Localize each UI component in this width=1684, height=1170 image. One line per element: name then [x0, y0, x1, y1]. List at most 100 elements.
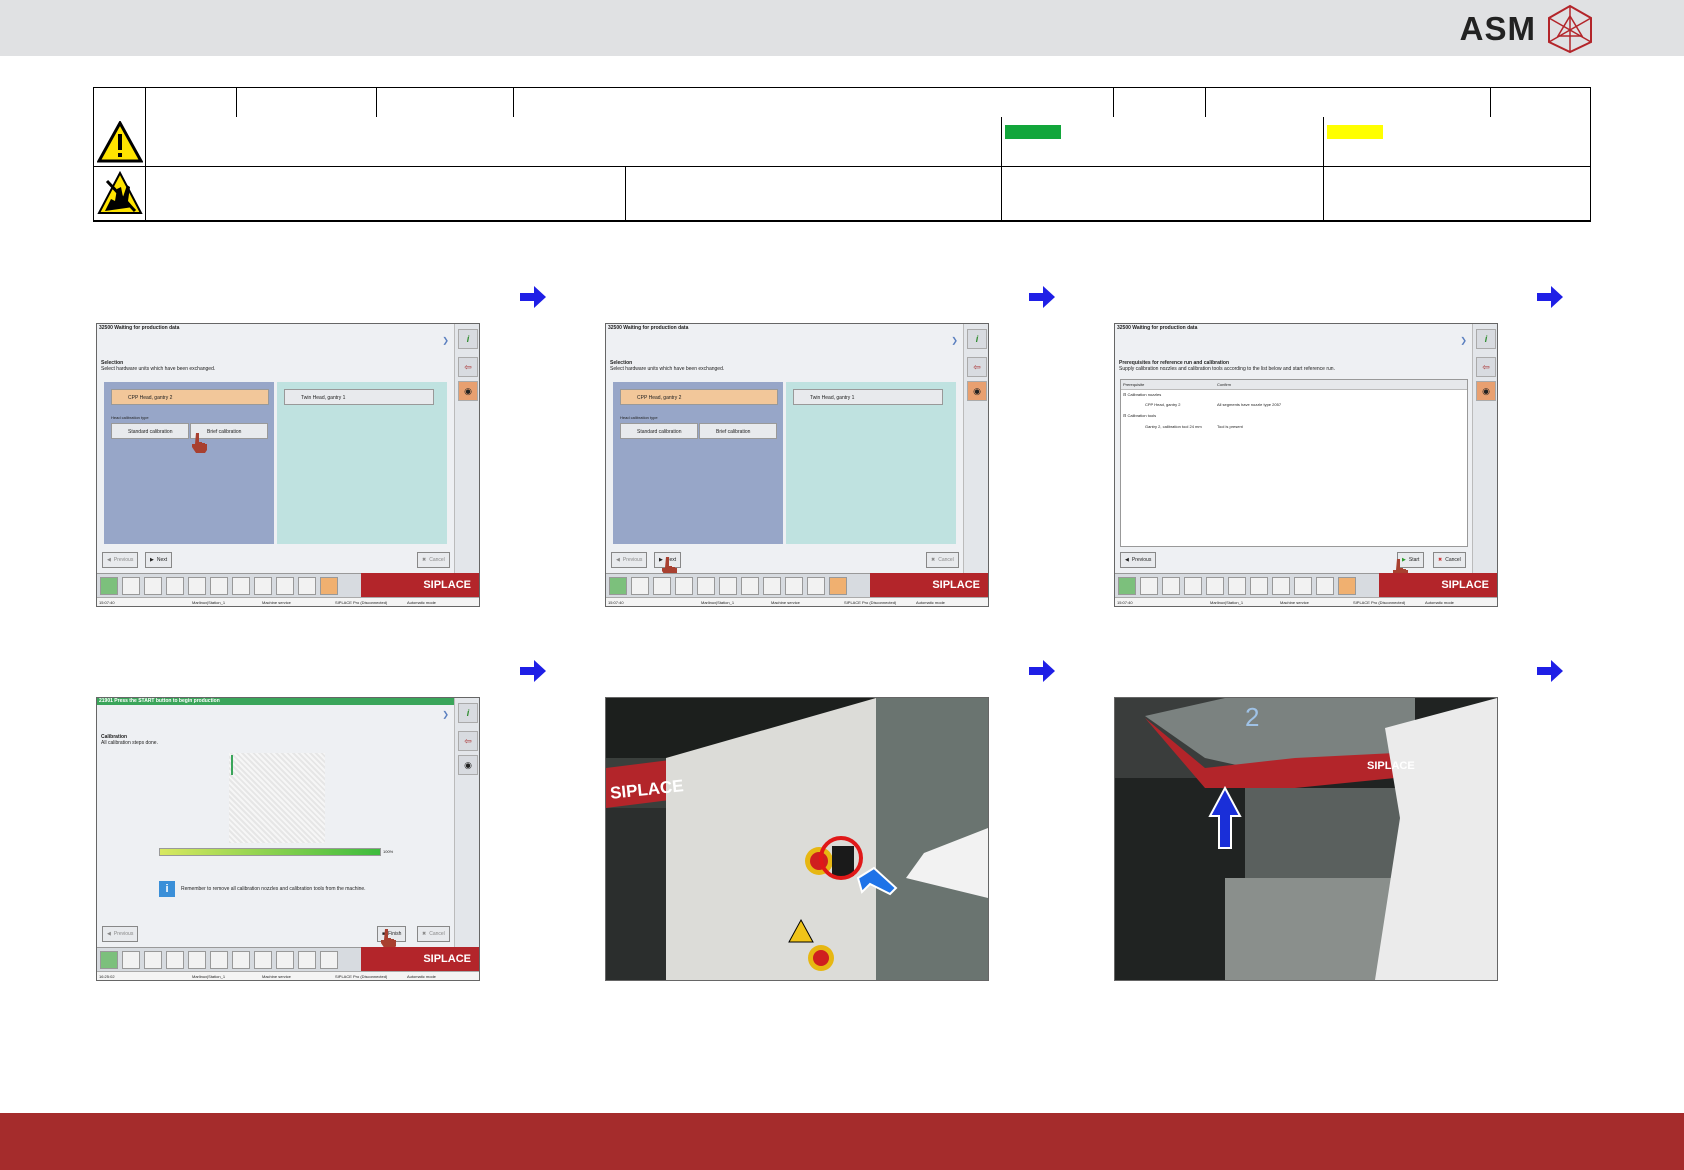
cancel-button[interactable]: ✖ Cancel: [926, 552, 959, 568]
status-service: Machine service: [1280, 600, 1309, 605]
status-service: Machine service: [262, 974, 291, 979]
cell: [1113, 87, 1207, 118]
home-icon[interactable]: [1118, 577, 1136, 595]
info-icon: i: [159, 881, 175, 897]
next-step-arrow-icon: [1029, 660, 1055, 682]
camera-icon[interactable]: ◉: [458, 381, 478, 401]
pen-icon[interactable]: [254, 577, 272, 595]
exit-icon[interactable]: ⇦: [967, 357, 987, 377]
exit-icon[interactable]: ⇦: [1476, 357, 1496, 377]
wrench-icon[interactable]: [829, 577, 847, 595]
home-icon[interactable]: [100, 951, 118, 969]
home-icon[interactable]: [100, 577, 118, 595]
cancel-button[interactable]: ✖ Cancel: [1433, 552, 1466, 568]
save-icon[interactable]: [675, 577, 693, 595]
book-icon[interactable]: [188, 951, 206, 969]
camera-icon[interactable]: [232, 951, 250, 969]
next-button[interactable]: ▶ Next: [145, 552, 173, 568]
bar-chart-icon[interactable]: [653, 577, 671, 595]
exit-icon[interactable]: ⇦: [458, 357, 478, 377]
line-chart-icon[interactable]: [210, 951, 228, 969]
cell: [513, 87, 1115, 118]
book-icon[interactable]: [188, 577, 206, 595]
feeder-icon[interactable]: [807, 577, 825, 595]
section-text: Select hardware units which have been ex…: [101, 366, 216, 372]
save-icon[interactable]: [166, 577, 184, 595]
wrench-icon[interactable]: [320, 577, 338, 595]
save-icon[interactable]: [1184, 577, 1202, 595]
feeder-icon[interactable]: [298, 951, 316, 969]
grid-icon[interactable]: [1140, 577, 1158, 595]
feeder-icon[interactable]: [298, 577, 316, 595]
grid-icon[interactable]: [631, 577, 649, 595]
gear-icon[interactable]: [1294, 577, 1312, 595]
line-chart-icon[interactable]: [1228, 577, 1246, 595]
previous-button[interactable]: ◀ Previous: [102, 552, 139, 568]
save-icon[interactable]: [166, 951, 184, 969]
machine-hood-illustration: [1115, 698, 1497, 980]
unit-cpp-head[interactable]: CPP Head, gantry 2: [620, 389, 778, 405]
cancel-button[interactable]: ✖ Cancel: [417, 552, 450, 568]
gear-icon[interactable]: [785, 577, 803, 595]
calib-type-label: Head calibration type: [111, 415, 149, 420]
radio-standard[interactable]: Standard calibration: [620, 423, 698, 439]
section-text: Select hardware units which have been ex…: [610, 366, 725, 372]
line-chart-icon[interactable]: [210, 577, 228, 595]
radio-standard[interactable]: Standard calibration: [111, 423, 189, 439]
group-row[interactable]: ⊟ Calibration tools: [1123, 413, 1156, 418]
info-icon[interactable]: i: [458, 329, 478, 349]
wrench-icon[interactable]: [320, 951, 338, 969]
status-mode: Automatic mode: [407, 600, 436, 605]
line-chart-icon[interactable]: [719, 577, 737, 595]
screen-section: Selection Select hardware units which hav…: [101, 360, 215, 372]
camera-icon[interactable]: [1250, 577, 1268, 595]
camera-icon[interactable]: [741, 577, 759, 595]
status-line: Marlinux|Station_1: [192, 974, 226, 979]
next-step-arrow-icon: [1537, 286, 1563, 308]
screen-title: 21901 Press the START button to begin pr…: [97, 698, 457, 705]
info-icon[interactable]: i: [1476, 329, 1496, 349]
camera-icon[interactable]: ◉: [458, 755, 478, 775]
cancel-button[interactable]: ✖ Cancel: [417, 926, 450, 942]
screenshot-prerequisites: 32500 Waiting for production data Prereq…: [1114, 323, 1498, 607]
pen-icon[interactable]: [1272, 577, 1290, 595]
group-row[interactable]: ⊟ Calibration nozzles: [1123, 392, 1161, 397]
screen-section: Selection Select hardware units which hav…: [610, 360, 724, 372]
unit-twin-head[interactable]: Twin Head, gantry 1: [284, 389, 434, 405]
info-icon[interactable]: i: [967, 329, 987, 349]
previous-button[interactable]: ◀ Previous: [611, 552, 648, 568]
feeder-icon[interactable]: [1316, 577, 1334, 595]
gear-icon[interactable]: [276, 951, 294, 969]
asm-logo-icon: [1548, 4, 1592, 54]
camera-icon[interactable]: [232, 577, 250, 595]
bar-chart-icon[interactable]: [1162, 577, 1180, 595]
brand-banner: SIPLACE: [1379, 573, 1497, 597]
info-icon[interactable]: i: [458, 703, 478, 723]
bar-chart-icon[interactable]: [144, 577, 162, 595]
panel-exchanged: CPP Head, gantry 2 Head calibration type…: [104, 382, 274, 544]
grid-icon[interactable]: [122, 951, 140, 969]
brand-banner: SIPLACE: [361, 573, 479, 597]
unit-twin-head[interactable]: Twin Head, gantry 1: [793, 389, 943, 405]
exit-icon[interactable]: ⇦: [458, 731, 478, 751]
radio-brief[interactable]: Brief calibration: [699, 423, 777, 439]
previous-button[interactable]: ◀ Previous: [1120, 552, 1157, 568]
yellow-swatch: [1327, 125, 1383, 139]
camera-icon[interactable]: ◉: [967, 381, 987, 401]
book-icon[interactable]: [697, 577, 715, 595]
bar-chart-icon[interactable]: [144, 951, 162, 969]
wrench-icon[interactable]: [1338, 577, 1356, 595]
pen-icon[interactable]: [763, 577, 781, 595]
grid-icon[interactable]: [122, 577, 140, 595]
button-label: Previous: [622, 557, 643, 563]
unit-cpp-head[interactable]: CPP Head, gantry 2: [111, 389, 269, 405]
previous-button[interactable]: ◀ Previous: [102, 926, 139, 942]
gear-icon[interactable]: [276, 577, 294, 595]
cell: [626, 167, 1002, 220]
photo-close-hood: 2 SIPLACE: [1114, 697, 1498, 981]
cell: [145, 87, 238, 118]
home-icon[interactable]: [609, 577, 627, 595]
camera-icon[interactable]: ◉: [1476, 381, 1496, 401]
book-icon[interactable]: [1206, 577, 1224, 595]
pen-icon[interactable]: [254, 951, 272, 969]
